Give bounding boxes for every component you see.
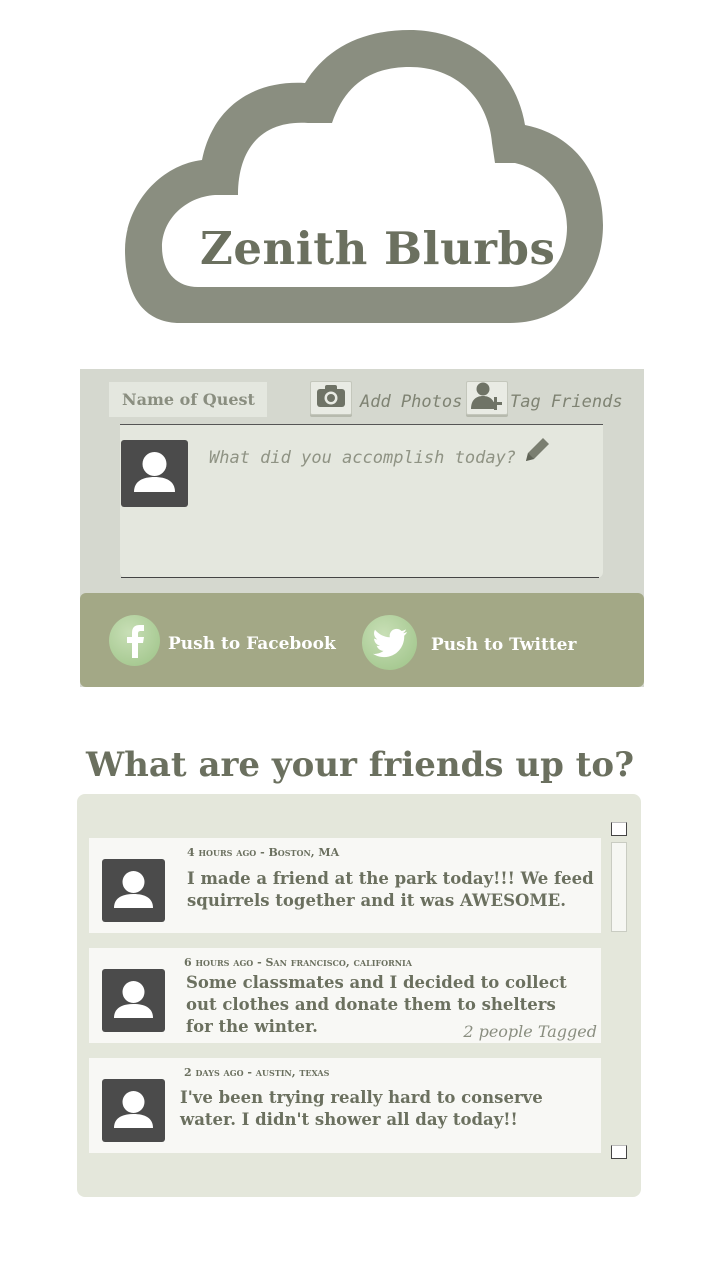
post-text: I made a friend at the park today!!! We … xyxy=(187,869,594,910)
friend-avatar xyxy=(102,969,165,1032)
add-photos-label[interactable]: Add Photos xyxy=(360,392,462,412)
friend-avatar xyxy=(102,1079,165,1142)
pencil-icon[interactable] xyxy=(520,433,554,467)
push-bar: Push to Facebook Push to Twitter xyxy=(80,593,644,687)
scroll-up-button[interactable] xyxy=(611,822,627,836)
facebook-icon[interactable] xyxy=(109,615,160,666)
tag-friends-label[interactable]: Tag Friends xyxy=(510,392,623,412)
user-avatar xyxy=(121,440,188,507)
post-meta: 2 days ago - austin, texas xyxy=(184,1066,330,1079)
entry-textarea[interactable]: What did you accomplish today? xyxy=(120,424,603,578)
scrollbar-thumb[interactable] xyxy=(611,842,627,932)
post-meta: 6 hours ago - San francisco, california xyxy=(184,956,412,969)
post-text: I've been trying really hard to conserve… xyxy=(180,1088,543,1129)
feed-post[interactable]: 2 days ago - austin, texas I've been try… xyxy=(89,1058,601,1153)
entry-underline xyxy=(121,577,599,578)
feed-post[interactable]: 6 hours ago - San francisco, california … xyxy=(89,948,601,1043)
tag-friends-button[interactable] xyxy=(466,381,508,415)
push-twitter-button[interactable]: Push to Twitter xyxy=(431,635,576,655)
tagged-count[interactable]: 2 people Tagged xyxy=(463,1022,597,1041)
camera-icon xyxy=(316,384,346,412)
entry-placeholder: What did you accomplish today? xyxy=(209,448,517,468)
cloud-logo xyxy=(120,25,610,330)
add-user-icon xyxy=(470,381,504,415)
friend-avatar xyxy=(102,859,165,922)
app-title: Zenith Blurbs xyxy=(200,222,556,275)
feed-post[interactable]: 4 hours ago - Boston, MA I made a friend… xyxy=(89,838,601,933)
composer-panel: Name of Quest Add Photos Tag Friends Wha… xyxy=(80,369,644,687)
friends-feed: 4 hours ago - Boston, MA I made a friend… xyxy=(77,794,641,1197)
scroll-down-button[interactable] xyxy=(611,1145,627,1159)
post-meta: 4 hours ago - Boston, MA xyxy=(187,846,340,859)
add-photos-button[interactable] xyxy=(310,381,352,415)
friends-heading: What are your friends up to? xyxy=(86,745,634,785)
quest-name-input[interactable]: Name of Quest xyxy=(109,382,267,417)
push-facebook-button[interactable]: Push to Facebook xyxy=(168,634,336,654)
twitter-icon[interactable] xyxy=(362,615,417,670)
